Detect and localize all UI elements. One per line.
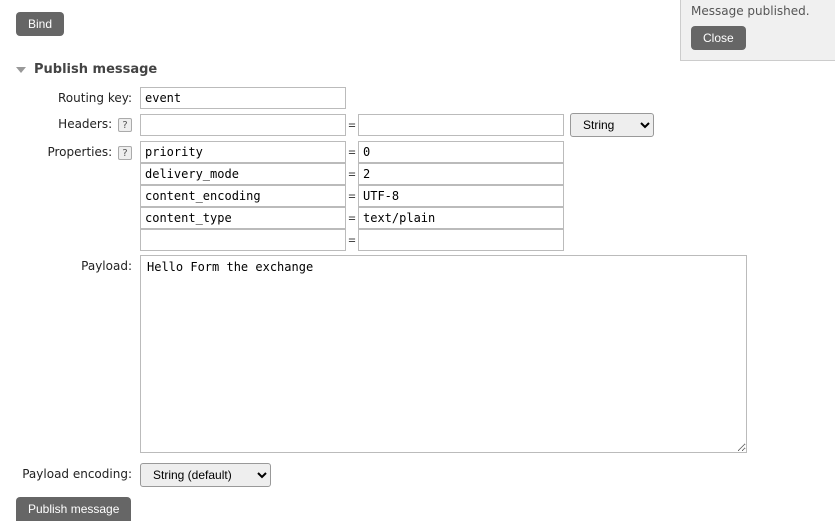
property-row: = <box>140 185 564 207</box>
routing-key-input[interactable] <box>140 87 346 109</box>
property-value-input[interactable] <box>358 141 564 163</box>
headers-help-icon[interactable]: ? <box>118 118 132 132</box>
property-row: = <box>140 207 564 229</box>
publish-message-button[interactable]: Publish message <box>16 497 131 521</box>
payload-encoding-select[interactable]: String (default) <box>140 463 271 487</box>
chevron-down-icon <box>16 67 26 73</box>
property-row: = <box>140 229 564 251</box>
property-key-input[interactable] <box>140 141 346 163</box>
equals-sign: = <box>346 163 358 185</box>
equals-sign: = <box>346 114 358 136</box>
properties-help-icon[interactable]: ? <box>118 146 132 160</box>
bind-button[interactable]: Bind <box>16 12 64 36</box>
equals-sign: = <box>346 185 358 207</box>
header-type-select[interactable]: String <box>570 113 654 137</box>
payload-label: Payload: <box>16 255 140 273</box>
headers-label: Headers: ? <box>16 113 140 132</box>
property-key-input[interactable] <box>140 185 346 207</box>
section-title: Publish message <box>34 62 157 77</box>
close-button[interactable]: Close <box>691 26 746 50</box>
property-value-input[interactable] <box>358 229 564 251</box>
property-value-input[interactable] <box>358 207 564 229</box>
notification-panel: Message published. Close <box>680 0 835 61</box>
equals-sign: = <box>346 207 358 229</box>
publish-message-section-toggle[interactable]: Publish message <box>16 62 835 77</box>
equals-sign: = <box>346 141 358 163</box>
payload-textarea[interactable] <box>140 255 747 453</box>
property-key-input[interactable] <box>140 163 346 185</box>
properties-list: = = = = = <box>140 141 564 251</box>
header-value-input[interactable] <box>358 114 564 136</box>
property-value-input[interactable] <box>358 185 564 207</box>
property-row: = <box>140 163 564 185</box>
payload-encoding-label: Payload encoding: <box>16 463 140 481</box>
property-row: = <box>140 141 564 163</box>
notification-text: Message published. <box>691 4 825 18</box>
property-key-input[interactable] <box>140 229 346 251</box>
properties-label: Properties: ? <box>16 141 140 160</box>
property-value-input[interactable] <box>358 163 564 185</box>
publish-message-form: Routing key: Headers: ? = String Propert… <box>16 87 835 487</box>
routing-key-label: Routing key: <box>16 87 140 105</box>
property-key-input[interactable] <box>140 207 346 229</box>
equals-sign: = <box>346 229 358 251</box>
header-key-input[interactable] <box>140 114 346 136</box>
